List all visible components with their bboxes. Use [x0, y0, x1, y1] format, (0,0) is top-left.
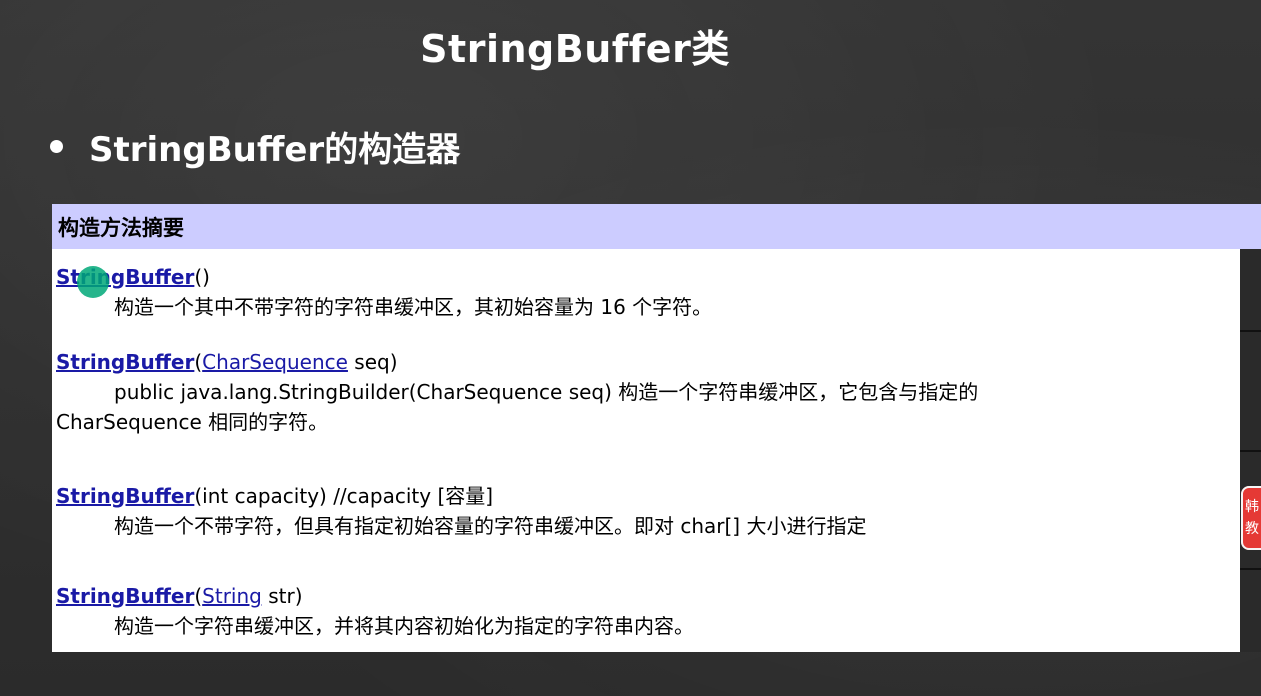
- paren-open: (: [194, 350, 203, 374]
- constructor-signature: StringBuffer(CharSequence seq): [56, 347, 978, 377]
- bullet-heading: StringBuffer的构造器: [50, 122, 460, 171]
- bullet-text: StringBuffer的构造器: [89, 130, 461, 170]
- constructor-entry: StringBuffer(int capacity) //capacity [容…: [56, 481, 866, 541]
- constructor-link[interactable]: StringBuffer: [56, 584, 194, 608]
- constructor-signature: StringBuffer(String str): [56, 581, 694, 611]
- constructor-description: 构造一个其中不带字符的字符串缓冲区，其初始容量为 16 个字符。: [114, 295, 713, 319]
- constructor-entry: StringBuffer(String str) 构造一个字符串缓冲区，并将其内…: [56, 581, 694, 641]
- constructor-description: public java.lang.StringBuilder(CharSeque…: [114, 380, 979, 404]
- param-type-link[interactable]: String: [202, 584, 262, 608]
- cursor-highlight-icon: [77, 266, 109, 298]
- constructor-link[interactable]: StringBuffer: [56, 484, 194, 508]
- constructor-signature: StringBuffer(int capacity) //capacity [容…: [56, 481, 866, 511]
- constructor-description-cont: CharSequence 相同的字符。: [56, 410, 329, 434]
- summary-header: 构造方法摘要: [52, 204, 1261, 249]
- slide-title: StringBuffer类: [420, 27, 730, 71]
- constructor-entry: StringBuffer(CharSequence seq) public ja…: [56, 347, 978, 437]
- constructor-params: seq): [347, 350, 398, 374]
- edge-divider: [1240, 450, 1261, 452]
- constructor-summary-panel: 构造方法摘要 StringBuffer() 构造一个其中不带字符的字符串缓冲区，…: [52, 204, 1261, 652]
- constructor-params: str): [261, 584, 303, 608]
- constructor-params: (): [194, 265, 210, 289]
- constructor-params: (int capacity) //capacity [容量]: [194, 484, 494, 508]
- paren-open: (: [194, 584, 203, 608]
- side-badge-text: 教: [1245, 521, 1259, 537]
- constructor-description: 构造一个不带字符，但具有指定初始容量的字符串缓冲区。即对 char[] 大小进行…: [114, 514, 867, 538]
- constructor-description: 构造一个字符串缓冲区，并将其内容初始化为指定的字符串内容。: [114, 614, 694, 638]
- constructor-link[interactable]: StringBuffer: [56, 350, 194, 374]
- bullet-dot-icon: [50, 140, 63, 153]
- param-type-link[interactable]: CharSequence: [202, 350, 348, 374]
- side-badge-text: 韩: [1245, 499, 1259, 515]
- edge-divider: [1240, 330, 1261, 332]
- side-badge[interactable]: 韩 教: [1241, 486, 1261, 550]
- constructor-entry: StringBuffer() 构造一个其中不带字符的字符串缓冲区，其初始容量为 …: [56, 262, 712, 322]
- edge-divider: [1240, 568, 1261, 570]
- constructor-signature: StringBuffer(): [56, 262, 712, 292]
